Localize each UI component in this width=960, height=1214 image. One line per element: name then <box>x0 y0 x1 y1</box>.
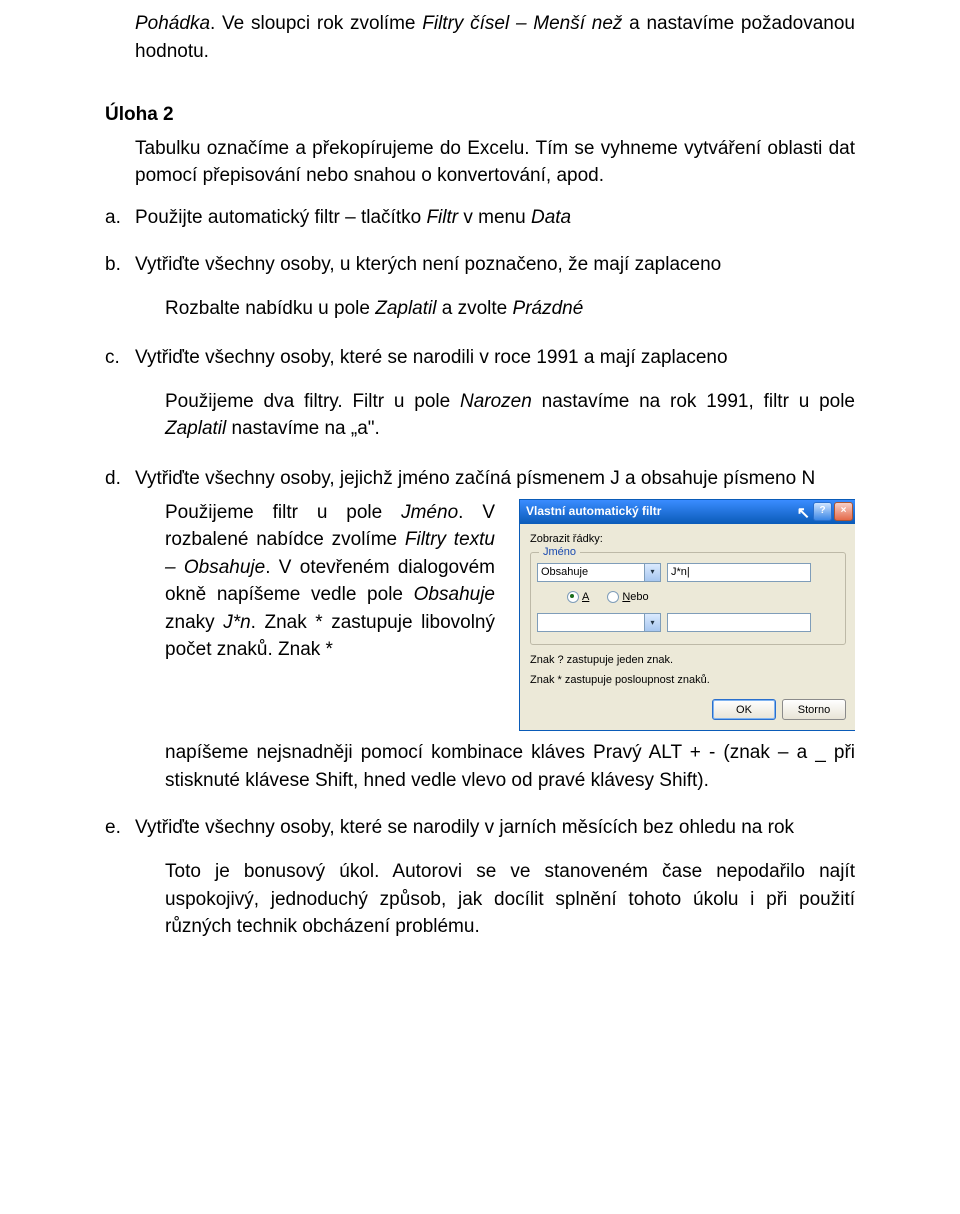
uloha-title: Úloha 2 <box>105 101 855 129</box>
item-d-answer: Použijeme filtr u pole Jméno. V rozbalen… <box>135 499 495 664</box>
value-1-input[interactable]: J*n| <box>667 563 811 582</box>
chevron-down-icon[interactable]: ▾ <box>644 614 660 631</box>
item-e-answer: Toto je bonusový úkol. Autorovi se ve st… <box>135 858 855 941</box>
uloha-intro: Tabulku označíme a překopírujeme do Exce… <box>105 135 855 190</box>
condition-2-combo[interactable]: ▾ <box>537 613 661 632</box>
radio-dot-icon <box>567 591 579 603</box>
radio-and[interactable]: A <box>567 590 589 606</box>
radio-dot-icon <box>607 591 619 603</box>
item-d: d. Vytřiďte všechny osoby, jejichž jméno… <box>105 465 855 794</box>
item-a-marker: a. <box>105 204 121 232</box>
item-c: c. Vytřiďte všechny osoby, které se naro… <box>105 344 855 443</box>
dialog-title: Vlastní automatický filtr <box>526 503 661 520</box>
value-2-input[interactable] <box>667 613 811 632</box>
help-button[interactable]: ? <box>813 502 832 521</box>
item-b: b. Vytřiďte všechny osoby, u kterých nen… <box>105 251 855 322</box>
cursor-icon: ↖ <box>797 502 810 525</box>
group-label: Jméno <box>539 545 580 561</box>
close-button[interactable]: × <box>834 502 853 521</box>
item-e-marker: e. <box>105 814 121 842</box>
hint-2: Znak * zastupuje posloupnost znaků. <box>530 673 846 689</box>
item-e: e. Vytřiďte všechny osoby, které se naro… <box>105 814 855 940</box>
autofilter-dialog: Vlastní automatický filtr ↖ ? × Zobrazit… <box>519 499 855 732</box>
intro-paragraph: Pohádka. Ve sloupci rok zvolíme Filtry č… <box>105 10 855 65</box>
item-d-continuation: napíšeme nejsnadněji pomocí kombinace kl… <box>135 739 855 794</box>
hint-1: Znak ? zastupuje jeden znak. <box>530 653 846 669</box>
chevron-down-icon[interactable]: ▾ <box>644 564 660 581</box>
intro-italic-2: Filtry čísel – Menší než <box>422 13 622 34</box>
radio-or[interactable]: Nebo <box>607 590 648 606</box>
item-a: a. Použijte automatický filtr – tlačítko… <box>105 204 855 232</box>
ok-button[interactable]: OK <box>712 699 776 720</box>
item-d-marker: d. <box>105 465 121 493</box>
condition-1-combo[interactable]: Obsahuje ▾ <box>537 563 661 582</box>
intro-italic-1: Pohádka <box>135 13 210 34</box>
item-c-marker: c. <box>105 344 120 372</box>
cancel-button[interactable]: Storno <box>782 699 846 720</box>
dialog-titlebar[interactable]: Vlastní automatický filtr ↖ ? × <box>520 500 855 524</box>
item-b-answer: Rozbalte nabídku u pole Zaplatil a zvolt… <box>135 295 855 323</box>
item-c-answer: Použijeme dva filtry. Filtr u pole Naroz… <box>135 388 855 443</box>
filter-group: Jméno Obsahuje ▾ J*n| <box>530 552 846 646</box>
item-b-marker: b. <box>105 251 121 279</box>
